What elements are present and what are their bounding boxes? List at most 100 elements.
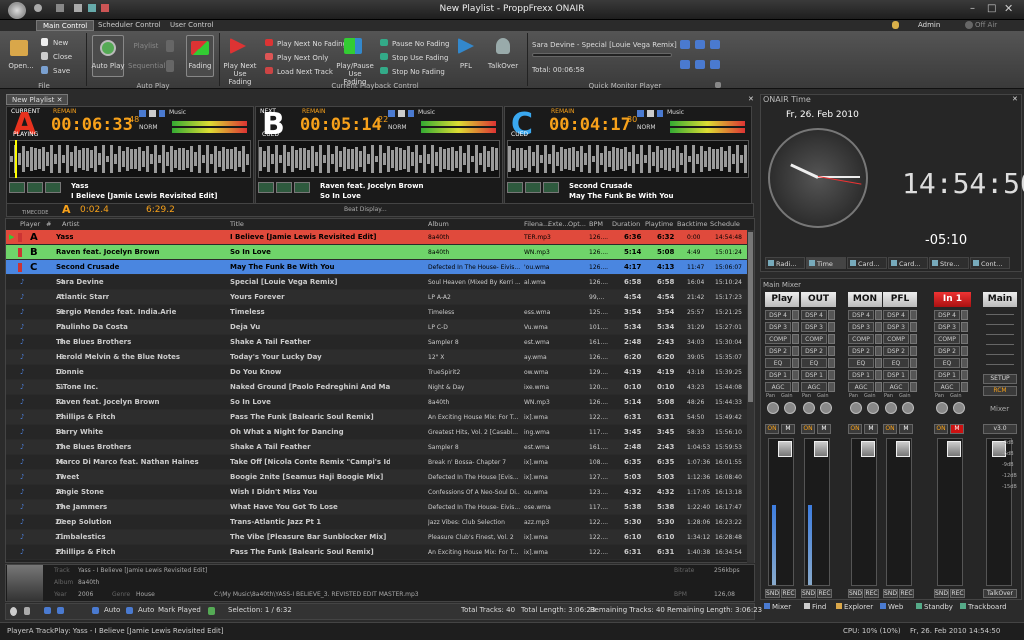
new-button[interactable]: New (53, 39, 68, 47)
mute-button[interactable]: M (899, 424, 913, 434)
fx-dropdown[interactable] (792, 346, 799, 356)
fx-dropdown[interactable] (875, 334, 882, 344)
gain-knob[interactable] (784, 402, 796, 414)
fx-dropdown[interactable] (792, 358, 799, 368)
column-header[interactable]: Player (20, 220, 40, 228)
deck-waveform[interactable] (507, 140, 749, 178)
rec-button[interactable]: REC (781, 589, 796, 598)
fx-dropdown[interactable] (961, 310, 968, 320)
mixer-channel-header[interactable]: Play (765, 292, 799, 307)
fx-dropdown[interactable] (961, 346, 968, 356)
fx-dropdown[interactable] (961, 382, 968, 392)
mixer-fx-slot[interactable]: EQ (934, 358, 960, 368)
fx-dropdown[interactable] (828, 310, 835, 320)
rec-button[interactable]: REC (950, 589, 965, 598)
time-tab[interactable]: Stre... (929, 257, 969, 269)
playlist-dropdown[interactable] (166, 40, 174, 52)
play-next-fading-button[interactable]: Play Next Use Fading (221, 62, 259, 86)
fader-knob[interactable] (778, 441, 792, 457)
pan-knob[interactable] (936, 402, 948, 414)
table-row[interactable]: ♪ 11 S-Tone Inc. Naked Ground [Paolo Fedreg… (6, 380, 747, 395)
mixer-fx-slot[interactable]: COMP (801, 334, 827, 344)
playlist-tab[interactable]: New Playlist ✕ (6, 94, 69, 105)
deck-music-select[interactable]: Music (418, 109, 435, 116)
on-button[interactable]: ON (934, 424, 948, 434)
time-tab[interactable]: Card... (888, 257, 928, 269)
setup-button[interactable]: SETUP (983, 374, 1017, 384)
mixer-fx-slot[interactable]: AGC (848, 382, 874, 392)
load-next-track-button[interactable]: Load Next Track (277, 68, 333, 76)
fx-dropdown[interactable] (828, 334, 835, 344)
mixer-fx-slot[interactable]: COMP (765, 334, 791, 344)
fx-dropdown[interactable] (828, 382, 835, 392)
speaker-icon[interactable] (647, 110, 654, 117)
play-icon[interactable] (139, 110, 146, 117)
fx-dropdown[interactable] (875, 358, 882, 368)
mixer-fx-slot[interactable]: DSP 3 (765, 322, 791, 332)
auto-icon[interactable] (92, 607, 99, 614)
mixer-fx-slot[interactable]: DSP 1 (848, 370, 874, 380)
table-row[interactable]: ♪ 18 Angie Stone Wish I Didn't Miss You Conf… (6, 485, 747, 500)
speaker-icon[interactable] (398, 110, 405, 117)
channel-fader[interactable] (768, 438, 794, 586)
mute-button[interactable]: M (781, 424, 795, 434)
user-name[interactable]: Admin (918, 21, 940, 29)
table-row[interactable]: ♪ 17 Tweet Boogie 2nite [Seamus Haji Boogie… (6, 470, 747, 485)
mixer-fx-slot[interactable]: DSP 4 (934, 310, 960, 320)
auto-button[interactable]: Auto (104, 606, 120, 614)
table-row[interactable]: ♪ 6 Sergio Mendes feat. India.Arie Timeless… (6, 305, 747, 320)
time-tab[interactable]: Time (806, 257, 846, 269)
mixer-fx-slot[interactable]: AGC (883, 382, 909, 392)
fader-knob[interactable] (947, 441, 961, 457)
mixer-fx-slot[interactable]: AGC (934, 382, 960, 392)
table-row[interactable]: ♪ 12 Raven feat. Jocelyn Brown So In Love 8a… (6, 395, 747, 410)
mixer-fx-slot[interactable]: DSP 2 (934, 346, 960, 356)
auto-button-2[interactable]: Auto (138, 606, 154, 614)
table-row[interactable]: ♪ 8 The Blues Brothers Shake A Tail Feather… (6, 335, 747, 350)
panel-tab[interactable]: Mixer (764, 603, 791, 611)
fx-dropdown[interactable] (828, 346, 835, 356)
channel-fader[interactable] (886, 438, 912, 586)
close-button[interactable]: ✕ (1004, 2, 1013, 15)
mixer-fx-slot[interactable]: DSP 2 (848, 346, 874, 356)
maximize-button[interactable]: □ (987, 3, 996, 14)
play-next-no-fading-button[interactable]: Play Next No Fading (277, 40, 347, 48)
gain-knob[interactable] (902, 402, 914, 414)
mixer-fx-slot[interactable]: EQ (883, 358, 909, 368)
table-row[interactable]: ♪ 16 Marco Di Marco feat. Nathan Haines Tak… (6, 455, 747, 470)
mixer-fx-slot[interactable]: DSP 1 (934, 370, 960, 380)
table-row[interactable]: ♪ 19 The Jammers What Have You Got To Lose D… (6, 500, 747, 515)
mixer-fx-slot[interactable]: DSP 4 (801, 310, 827, 320)
mute-button[interactable]: M (864, 424, 878, 434)
column-header[interactable]: Title (230, 220, 244, 228)
monitor-eject-icon[interactable] (710, 60, 720, 69)
pin-icon[interactable] (24, 607, 30, 615)
auto-icon[interactable] (126, 607, 133, 614)
time-tab[interactable]: Cont... (970, 257, 1010, 269)
talkover-mixer-button[interactable]: TalkOver (983, 589, 1017, 598)
tab-scheduler-control[interactable]: Scheduler Control (92, 20, 167, 31)
auto-play-button[interactable]: Auto Play (90, 62, 126, 70)
talkover-button[interactable]: TalkOver (486, 62, 520, 70)
rec-button[interactable]: REC (899, 589, 914, 598)
fader-knob[interactable] (896, 441, 910, 457)
play-next-only-button[interactable]: Play Next Only (277, 54, 328, 62)
column-header[interactable]: Backtime (677, 220, 707, 228)
monitor-play-icon[interactable] (680, 40, 690, 49)
fading-button[interactable]: Fading (185, 62, 215, 70)
fx-dropdown[interactable] (792, 382, 799, 392)
main-fader[interactable] (986, 438, 1012, 586)
fx-dropdown[interactable] (910, 370, 917, 380)
gain-knob[interactable] (867, 402, 879, 414)
mixer-fx-slot[interactable]: EQ (765, 358, 791, 368)
fx-dropdown[interactable] (961, 322, 968, 332)
mixer-channel-header[interactable]: Main (983, 292, 1017, 307)
mixer-fx-slot[interactable]: DSP 1 (883, 370, 909, 380)
deck-transport-button[interactable] (525, 182, 541, 193)
column-header[interactable]: Schedule (710, 220, 740, 228)
tab-user-control[interactable]: User Control (164, 20, 219, 31)
fx-dropdown[interactable] (910, 310, 917, 320)
snd-button[interactable]: SND (848, 589, 863, 598)
bulb-icon[interactable] (10, 607, 17, 616)
scrollbar-thumb[interactable] (748, 232, 753, 402)
